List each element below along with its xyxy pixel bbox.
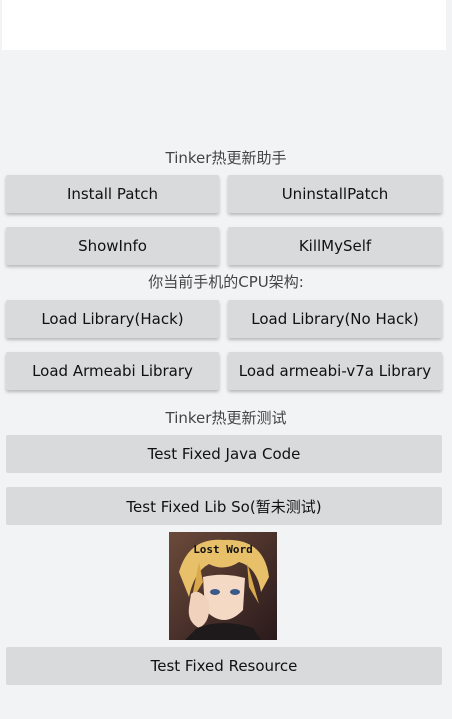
load-library-hack-button[interactable]: Load Library(Hack) — [6, 300, 219, 338]
cpu-arch-label: 你当前手机的CPU架构: — [148, 273, 304, 291]
anime-character-illustration: Lost Word — [169, 532, 277, 640]
image-caption-text: Lost Word — [193, 543, 253, 556]
show-info-button[interactable]: ShowInfo — [6, 227, 219, 265]
load-armeabi-v7a-button[interactable]: Load armeabi-v7a Library — [228, 352, 442, 390]
load-armeabi-button[interactable]: Load Armeabi Library — [6, 352, 219, 390]
test-resource-button[interactable]: Test Fixed Resource — [6, 647, 442, 685]
install-patch-button[interactable]: Install Patch — [6, 175, 219, 213]
top-white-panel — [2, 0, 446, 50]
load-library-nohack-button[interactable]: Load Library(No Hack) — [228, 300, 442, 338]
tinker-test-title: Tinker热更新测试 — [165, 409, 287, 427]
uninstall-patch-button[interactable]: UninstallPatch — [228, 175, 442, 213]
test-java-code-button[interactable]: Test Fixed Java Code — [6, 435, 442, 473]
anime-avatar-image: Lost Word — [169, 532, 277, 640]
tinker-helper-title: Tinker热更新助手 — [165, 149, 287, 167]
test-lib-so-button[interactable]: Test Fixed Lib So(暂未测试) — [6, 487, 442, 525]
kill-myself-button[interactable]: KillMySelf — [228, 227, 442, 265]
